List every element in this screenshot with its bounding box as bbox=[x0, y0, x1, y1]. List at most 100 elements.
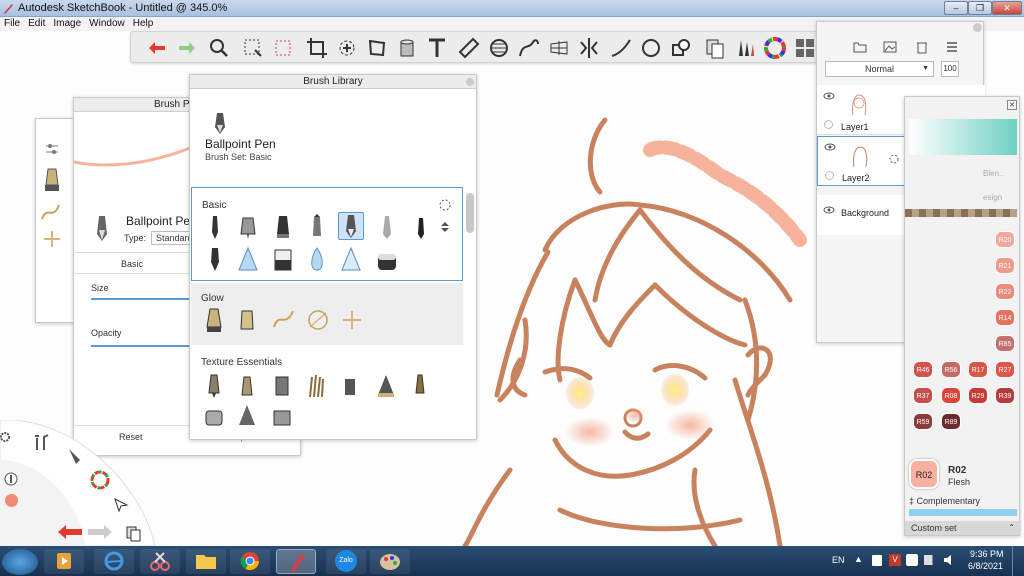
layer-lock-toggle[interactable] bbox=[824, 120, 833, 129]
brush-calligraphy-icon[interactable] bbox=[204, 246, 226, 272]
taskbar-snipping-tool[interactable] bbox=[140, 549, 180, 574]
menu-edit[interactable]: Edit bbox=[24, 17, 49, 31]
zoom-icon[interactable] bbox=[207, 36, 231, 60]
gear-icon[interactable] bbox=[0, 430, 12, 444]
brush-library-scrollbar[interactable] bbox=[466, 193, 474, 233]
tools-icon[interactable] bbox=[32, 432, 52, 452]
text-icon[interactable] bbox=[425, 36, 449, 60]
texture-brush-6-icon[interactable] bbox=[375, 373, 397, 399]
taskbar-zalo[interactable]: Zalo bbox=[326, 549, 366, 574]
menu-image[interactable]: Image bbox=[49, 17, 85, 31]
color-gradient-strip[interactable] bbox=[909, 119, 1017, 155]
perspective-icon[interactable] bbox=[547, 36, 571, 60]
fill-icon[interactable] bbox=[395, 36, 419, 60]
chevron-up-icon[interactable]: ▲ bbox=[854, 554, 863, 564]
lasso-select-icon[interactable] bbox=[271, 36, 295, 60]
visibility-eye-icon[interactable] bbox=[823, 91, 835, 101]
brush-tool-icon[interactable] bbox=[66, 446, 84, 468]
swatch-palette-strip[interactable] bbox=[905, 209, 1017, 217]
color-swatch-r56[interactable]: R56 bbox=[941, 361, 961, 378]
texture-brush-5-icon[interactable] bbox=[339, 373, 361, 399]
cursor-icon[interactable] bbox=[112, 496, 130, 514]
custom-set-tab[interactable]: Custom set ⌃ bbox=[905, 521, 1021, 535]
taskbar-sketchbook[interactable] bbox=[276, 549, 316, 574]
close-icon[interactable]: ✕ bbox=[1007, 100, 1017, 110]
trash-icon[interactable] bbox=[915, 40, 929, 54]
line-icon[interactable] bbox=[609, 36, 633, 60]
brush-settings-icon[interactable] bbox=[438, 198, 452, 212]
add-image-icon[interactable] bbox=[883, 40, 897, 54]
texture-brush-10-icon[interactable] bbox=[271, 403, 293, 429]
layers-grid-icon[interactable] bbox=[793, 36, 817, 60]
shapes-icon[interactable] bbox=[669, 36, 693, 60]
brush-pencil-icon[interactable] bbox=[204, 214, 226, 240]
symmetry-icon[interactable] bbox=[577, 36, 601, 60]
network-icon[interactable] bbox=[906, 554, 918, 566]
battery-icon[interactable] bbox=[924, 555, 936, 565]
brush-felt-pen-icon[interactable] bbox=[306, 214, 328, 240]
taskbar-chrome[interactable] bbox=[230, 549, 270, 574]
transform-icon[interactable] bbox=[335, 36, 359, 60]
selected-color-swatch[interactable]: R02 bbox=[909, 459, 939, 489]
restore-button[interactable]: ❐ bbox=[968, 1, 992, 15]
color-swatch-r85[interactable]: R85 bbox=[995, 335, 1015, 352]
layer-opacity-field[interactable]: 100 bbox=[941, 61, 959, 77]
color-swatch-r89[interactable]: R89 bbox=[941, 413, 961, 430]
brush-eraser-hard-icon[interactable] bbox=[272, 246, 294, 272]
brush-inkpen-icon[interactable] bbox=[410, 214, 432, 240]
visibility-eye-icon[interactable] bbox=[823, 205, 835, 215]
brush-airbrush-icon[interactable] bbox=[237, 246, 259, 272]
new-folder-icon[interactable] bbox=[853, 40, 867, 54]
brush-preset-icon[interactable] bbox=[41, 167, 63, 193]
taskbar-media-player[interactable] bbox=[44, 549, 84, 574]
glow-scribble-icon[interactable] bbox=[271, 307, 297, 333]
color-swatch-r59[interactable]: R59 bbox=[913, 413, 933, 430]
panel-close-icon[interactable] bbox=[973, 23, 982, 32]
select-icon[interactable] bbox=[241, 36, 265, 60]
color-swatch-r21[interactable]: R21 bbox=[995, 257, 1015, 274]
glow-plus-icon[interactable] bbox=[341, 307, 363, 333]
color-swatch-r46[interactable]: R46 bbox=[913, 361, 933, 378]
color-swatch-r29[interactable]: R29 bbox=[968, 387, 988, 404]
brush-marker-icon[interactable] bbox=[272, 214, 294, 240]
clock-time[interactable]: 9:36 PM bbox=[970, 549, 1004, 559]
blend-mode-select[interactable]: Normal ▼ bbox=[825, 61, 934, 77]
color-swatch-r37[interactable]: R37 bbox=[913, 387, 933, 404]
undo-icon[interactable] bbox=[145, 36, 169, 60]
distort-icon[interactable] bbox=[365, 36, 389, 60]
layer-menu-icon[interactable] bbox=[945, 40, 959, 54]
complementary-color-bar[interactable] bbox=[909, 509, 1017, 516]
texture-brush-9-icon[interactable] bbox=[236, 403, 258, 429]
layer-lock-toggle[interactable] bbox=[825, 171, 834, 180]
type-select[interactable]: Standard bbox=[151, 231, 191, 245]
texture-brush-7-icon[interactable] bbox=[409, 373, 431, 399]
brush-technical-pen-icon[interactable] bbox=[237, 214, 259, 240]
ellipse-guide-icon[interactable] bbox=[487, 36, 511, 60]
undo-icon[interactable] bbox=[56, 522, 84, 542]
texture-brush-2-icon[interactable] bbox=[236, 373, 258, 399]
taskbar-paint[interactable] bbox=[370, 549, 410, 574]
start-button[interactable] bbox=[2, 549, 38, 575]
brush-fineliner-icon[interactable] bbox=[376, 214, 398, 240]
ruler-icon[interactable] bbox=[457, 36, 481, 60]
taskbar-file-explorer[interactable] bbox=[186, 549, 226, 574]
close-window-button[interactable]: ✕ bbox=[992, 1, 1022, 15]
glow-swirl-icon[interactable] bbox=[305, 307, 331, 333]
ellipse-icon[interactable] bbox=[639, 36, 663, 60]
redo-icon[interactable] bbox=[175, 36, 199, 60]
color-puck[interactable] bbox=[5, 494, 18, 507]
color-swatch-r27[interactable]: R27 bbox=[995, 361, 1015, 378]
redo-icon[interactable] bbox=[86, 522, 114, 542]
taskbar-internet-explorer[interactable] bbox=[94, 549, 134, 574]
texture-brush-8-icon[interactable] bbox=[203, 403, 225, 429]
glow-marker-icon[interactable] bbox=[236, 307, 258, 333]
brush-blender-icon[interactable] bbox=[306, 246, 328, 272]
brush-ballpoint-selected[interactable] bbox=[338, 212, 364, 240]
glow-pen-icon[interactable] bbox=[203, 307, 225, 333]
show-desktop-button[interactable] bbox=[1012, 546, 1024, 576]
copy-paste-icon[interactable] bbox=[703, 36, 727, 60]
size-slider[interactable] bbox=[91, 298, 190, 300]
copy-icon[interactable] bbox=[124, 524, 142, 542]
opacity-slider[interactable] bbox=[91, 345, 190, 347]
panel-close-icon[interactable] bbox=[466, 78, 474, 86]
